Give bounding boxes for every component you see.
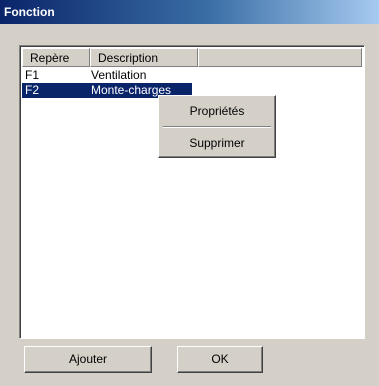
item-repere: F1 <box>25 68 40 82</box>
menu-separator <box>163 126 271 128</box>
item-description: Ventilation <box>91 68 147 82</box>
list-header: Repère Description <box>22 48 362 67</box>
fonction-dialog: Fonction Repère Description F1 Ventilati… <box>0 0 379 386</box>
menu-item-properties[interactable]: Propriétés <box>161 100 273 122</box>
function-list[interactable]: Repère Description F1 Ventilation F2 Mon… <box>19 45 365 339</box>
title-bar[interactable]: Fonction <box>0 0 379 24</box>
context-menu: Propriétés Supprimer <box>158 95 276 158</box>
menu-item-delete[interactable]: Supprimer <box>161 132 273 154</box>
list-item[interactable]: F1 Ventilation <box>22 68 192 83</box>
column-header-repere[interactable]: Repère <box>22 48 90 67</box>
ok-button[interactable]: OK <box>177 346 263 373</box>
column-header-description[interactable]: Description <box>90 48 198 67</box>
column-header-empty[interactable] <box>198 48 362 67</box>
item-repere: F2 <box>25 83 40 97</box>
add-button[interactable]: Ajouter <box>24 346 152 373</box>
